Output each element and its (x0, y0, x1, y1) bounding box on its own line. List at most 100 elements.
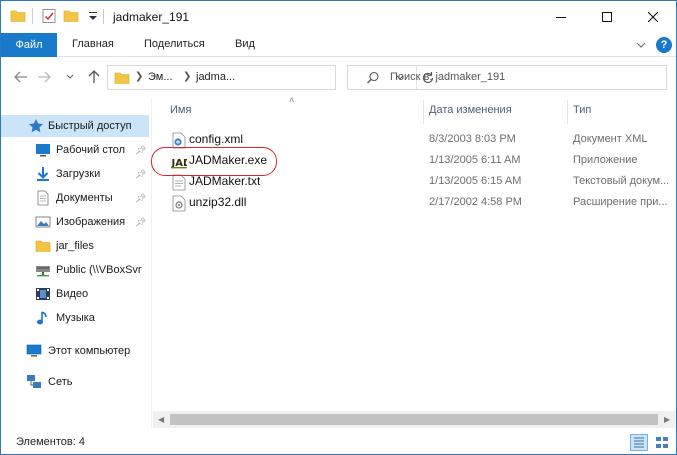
sidebar-item-network[interactable]: Сеть (1, 371, 149, 393)
sidebar-item-pictures[interactable]: Изображения 📌︎ (1, 211, 149, 233)
back-button[interactable] (12, 68, 30, 86)
sidebar-item-desktop[interactable]: Рабочий стол 📌︎ (1, 139, 149, 161)
sidebar-item-label: jar_files (56, 240, 94, 252)
forward-arrow-icon (38, 71, 51, 83)
column-header-name[interactable]: Имя (170, 104, 191, 116)
documents-icon (37, 190, 49, 206)
sidebar-item-videos[interactable]: Видео (1, 283, 149, 305)
expand-ribbon-icon[interactable] (634, 39, 648, 51)
sidebar-item-label: Рабочий стол (56, 144, 126, 156)
file-date: 1/13/2005 6:11 AM (429, 154, 521, 166)
column-header-type[interactable]: Тип (573, 104, 591, 116)
tab-file[interactable]: Файл (1, 33, 57, 57)
details-view-icon[interactable] (630, 434, 648, 451)
maximize-button[interactable] (584, 1, 630, 32)
pin-icon: 📌︎ (135, 192, 147, 203)
breadcrumb-segment[interactable]: Эм... (148, 71, 173, 83)
sidebar-item-label: Сеть (48, 376, 73, 388)
search-icon (367, 71, 379, 84)
sidebar-item-public-share[interactable]: Public (\\VBoxSvr (1, 259, 149, 281)
txt-file-icon (172, 174, 186, 191)
file-type: Текстовый докум... (573, 175, 670, 187)
folder-icon (35, 240, 51, 252)
computer-icon (26, 344, 42, 357)
tab-share[interactable]: Поделиться (144, 38, 205, 50)
video-icon (36, 288, 50, 300)
sidebar-item-label: Музыка (56, 312, 95, 324)
sidebar-item-label: Этот компьютер (48, 345, 131, 357)
dll-file-icon (172, 195, 186, 212)
sidebar-item-documents[interactable]: Документы 📌︎ (1, 187, 149, 209)
tab-home[interactable]: Главная (72, 38, 114, 50)
file-list: ˄ Имя Дата изменения Тип config.xml 8/3/… (153, 95, 675, 410)
close-icon (648, 11, 658, 22)
music-icon (37, 311, 47, 325)
network-drive-icon (36, 266, 50, 277)
sidebar-item-jar-files[interactable]: jar_files (1, 235, 149, 257)
file-name: unzip32.dll (189, 195, 247, 209)
file-type: Приложение (573, 154, 638, 166)
forward-button[interactable] (35, 68, 53, 86)
pin-icon: 📌︎ (135, 216, 147, 227)
sidebar-item-label: Видео (56, 288, 89, 300)
column-divider[interactable] (423, 100, 424, 124)
pane-divider[interactable] (151, 98, 152, 428)
file-date: 2/17/2002 4:58 PM (429, 196, 522, 208)
sidebar-item-downloads[interactable]: Загрузки 📌︎ (1, 163, 149, 185)
navigation-bar: ❯ Эм... ❯ jadma... Поиск в: jadmaker_191 (1, 58, 676, 98)
column-divider[interactable] (567, 100, 568, 124)
file-name: JADMaker.txt (189, 174, 261, 188)
customize-qat-icon[interactable] (85, 8, 101, 24)
scroll-right-icon[interactable]: ▶ (664, 415, 670, 424)
pin-icon: 📌︎ (135, 168, 147, 179)
download-icon (37, 167, 49, 181)
breadcrumb-segment[interactable]: jadma... (196, 71, 235, 83)
sidebar-item-quick-access[interactable]: Быстрый доступ (1, 115, 149, 137)
minimize-button[interactable] (538, 1, 584, 32)
scroll-left-icon[interactable]: ◀ (158, 415, 164, 424)
up-button[interactable] (85, 68, 103, 86)
properties-icon[interactable] (41, 8, 57, 24)
qat-divider (32, 8, 33, 24)
breadcrumb-chevron-icon[interactable]: ❯ (183, 71, 191, 82)
back-arrow-icon (14, 71, 27, 83)
desktop-icon (36, 144, 50, 157)
close-button[interactable] (630, 1, 676, 32)
sidebar-item-label: Изображения (56, 216, 126, 228)
search-box[interactable]: Поиск в: jadmaker_191 (347, 65, 667, 90)
star-icon (29, 119, 43, 133)
sidebar-item-label: Загрузки (56, 168, 101, 180)
navigation-pane: Быстрый доступ Рабочий стол 📌︎ Загрузки … (1, 98, 151, 428)
horizontal-scrollbar[interactable]: ◀ ▶ (153, 411, 675, 428)
scrollbar-thumb[interactable] (170, 414, 658, 425)
recent-locations-button[interactable] (61, 68, 79, 86)
new-folder-icon[interactable] (63, 8, 79, 24)
sidebar-item-label: Быстрый доступ (48, 120, 132, 132)
file-type: Расширение при... (573, 196, 668, 208)
status-bar: Элементов: 4 (1, 431, 676, 454)
ribbon-tabs: Файл Главная Поделиться Вид ? (1, 33, 676, 57)
help-button[interactable]: ? (656, 37, 672, 53)
title-bar: jadmaker_191 (1, 1, 676, 33)
large-icons-view-icon[interactable] (653, 434, 671, 451)
folder-icon (10, 10, 26, 22)
tab-view[interactable]: Вид (235, 38, 255, 50)
pin-icon: 📌︎ (135, 144, 147, 155)
sidebar-item-music[interactable]: Музыка (1, 307, 149, 329)
sidebar-item-this-pc[interactable]: Этот компьютер (1, 340, 149, 362)
file-name: config.xml (189, 132, 244, 146)
chevron-down-icon (66, 74, 74, 79)
breadcrumb-chevron-icon[interactable]: ❯ (135, 71, 143, 82)
sidebar-item-label: Public (\\VBoxSvr (56, 264, 142, 276)
minimize-icon (556, 16, 566, 18)
column-header-date[interactable]: Дата изменения (429, 104, 512, 116)
sort-ascending-icon: ˄ (289, 95, 295, 105)
table-row[interactable]: unzip32.dll 2/17/2002 4:58 PM Расширение… (153, 193, 675, 214)
search-placeholder: Поиск в: jadmaker_191 (390, 71, 506, 83)
explorer-window: jadmaker_191 Файл Главная Поделиться Вид… (0, 0, 677, 455)
title-divider (103, 9, 104, 24)
folder-icon (114, 72, 130, 84)
file-date: 1/13/2005 6:15 AM (429, 175, 522, 187)
address-bar[interactable]: ❯ Эм... ❯ jadma... (107, 65, 433, 90)
highlight-annotation (151, 147, 277, 176)
